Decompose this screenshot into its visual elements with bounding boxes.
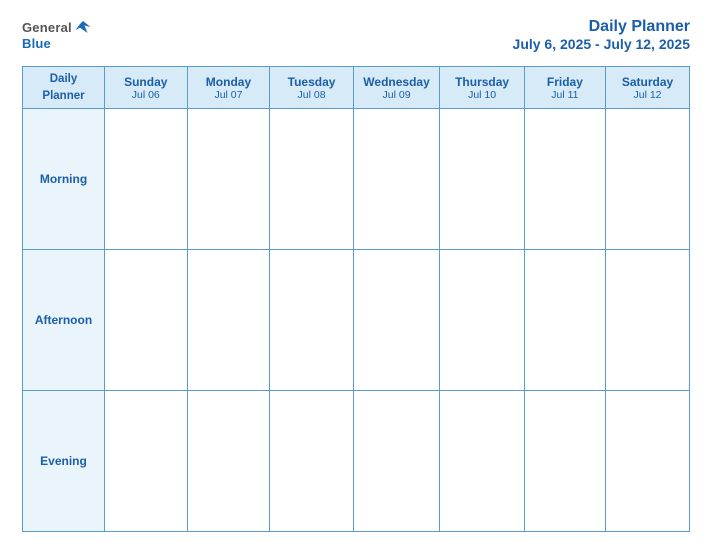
corner-header: Daily Planner bbox=[23, 67, 105, 109]
col-header-wednesday: WednesdayJul 09 bbox=[353, 67, 440, 109]
logo-blue-text: Blue bbox=[22, 36, 51, 51]
col-day-name: Friday bbox=[527, 75, 603, 89]
col-day-name: Saturday bbox=[608, 75, 687, 89]
col-day-name: Sunday bbox=[107, 75, 185, 89]
cell-evening-tuesday[interactable] bbox=[270, 391, 353, 532]
planner-date-range: July 6, 2025 - July 12, 2025 bbox=[513, 36, 690, 52]
cell-afternoon-thursday[interactable] bbox=[440, 250, 524, 391]
logo-text: General bbox=[22, 18, 92, 36]
col-date: Jul 07 bbox=[190, 89, 268, 101]
cell-morning-sunday[interactable] bbox=[105, 109, 188, 250]
col-day-name: Tuesday bbox=[272, 75, 350, 89]
cell-morning-tuesday[interactable] bbox=[270, 109, 353, 250]
logo-bird-icon bbox=[74, 18, 92, 36]
col-header-sunday: SundayJul 06 bbox=[105, 67, 188, 109]
logo-area: General Blue bbox=[22, 18, 92, 51]
col-date: Jul 11 bbox=[527, 89, 603, 101]
page: General Blue Daily Planner July 6, 2025 … bbox=[0, 0, 712, 550]
col-date: Jul 10 bbox=[442, 89, 521, 101]
cell-afternoon-sunday[interactable] bbox=[105, 250, 188, 391]
cell-morning-monday[interactable] bbox=[187, 109, 270, 250]
col-header-monday: MondayJul 07 bbox=[187, 67, 270, 109]
col-date: Jul 09 bbox=[356, 89, 438, 101]
cell-afternoon-monday[interactable] bbox=[187, 250, 270, 391]
cell-morning-wednesday[interactable] bbox=[353, 109, 440, 250]
col-header-thursday: ThursdayJul 10 bbox=[440, 67, 524, 109]
cell-evening-sunday[interactable] bbox=[105, 391, 188, 532]
col-header-saturday: SaturdayJul 12 bbox=[606, 67, 690, 109]
header: General Blue Daily Planner July 6, 2025 … bbox=[22, 18, 690, 52]
planner-table: Daily Planner SundayJul 06MondayJul 07Tu… bbox=[22, 66, 690, 532]
cell-afternoon-wednesday[interactable] bbox=[353, 250, 440, 391]
col-date: Jul 08 bbox=[272, 89, 350, 101]
logo-general-text: General bbox=[22, 20, 72, 35]
col-header-friday: FridayJul 11 bbox=[524, 67, 605, 109]
corner-line2: Planner bbox=[42, 90, 84, 102]
table-row: Afternoon bbox=[23, 250, 690, 391]
table-row: Evening bbox=[23, 391, 690, 532]
row-label-evening: Evening bbox=[23, 391, 105, 532]
col-date: Jul 12 bbox=[608, 89, 687, 101]
row-label-morning: Morning bbox=[23, 109, 105, 250]
row-label-afternoon: Afternoon bbox=[23, 250, 105, 391]
col-date: Jul 06 bbox=[107, 89, 185, 101]
cell-evening-saturday[interactable] bbox=[606, 391, 690, 532]
cell-morning-friday[interactable] bbox=[524, 109, 605, 250]
cell-morning-saturday[interactable] bbox=[606, 109, 690, 250]
cell-morning-thursday[interactable] bbox=[440, 109, 524, 250]
cell-evening-friday[interactable] bbox=[524, 391, 605, 532]
planner-title: Daily Planner bbox=[513, 18, 690, 36]
header-row: Daily Planner SundayJul 06MondayJul 07Tu… bbox=[23, 67, 690, 109]
corner-line1: Daily bbox=[50, 73, 78, 85]
title-area: Daily Planner July 6, 2025 - July 12, 20… bbox=[513, 18, 690, 52]
cell-afternoon-tuesday[interactable] bbox=[270, 250, 353, 391]
table-row: Morning bbox=[23, 109, 690, 250]
cell-evening-wednesday[interactable] bbox=[353, 391, 440, 532]
col-day-name: Thursday bbox=[442, 75, 521, 89]
cell-afternoon-friday[interactable] bbox=[524, 250, 605, 391]
col-day-name: Monday bbox=[190, 75, 268, 89]
col-day-name: Wednesday bbox=[356, 75, 438, 89]
col-header-tuesday: TuesdayJul 08 bbox=[270, 67, 353, 109]
cell-evening-monday[interactable] bbox=[187, 391, 270, 532]
cell-evening-thursday[interactable] bbox=[440, 391, 524, 532]
cell-afternoon-saturday[interactable] bbox=[606, 250, 690, 391]
